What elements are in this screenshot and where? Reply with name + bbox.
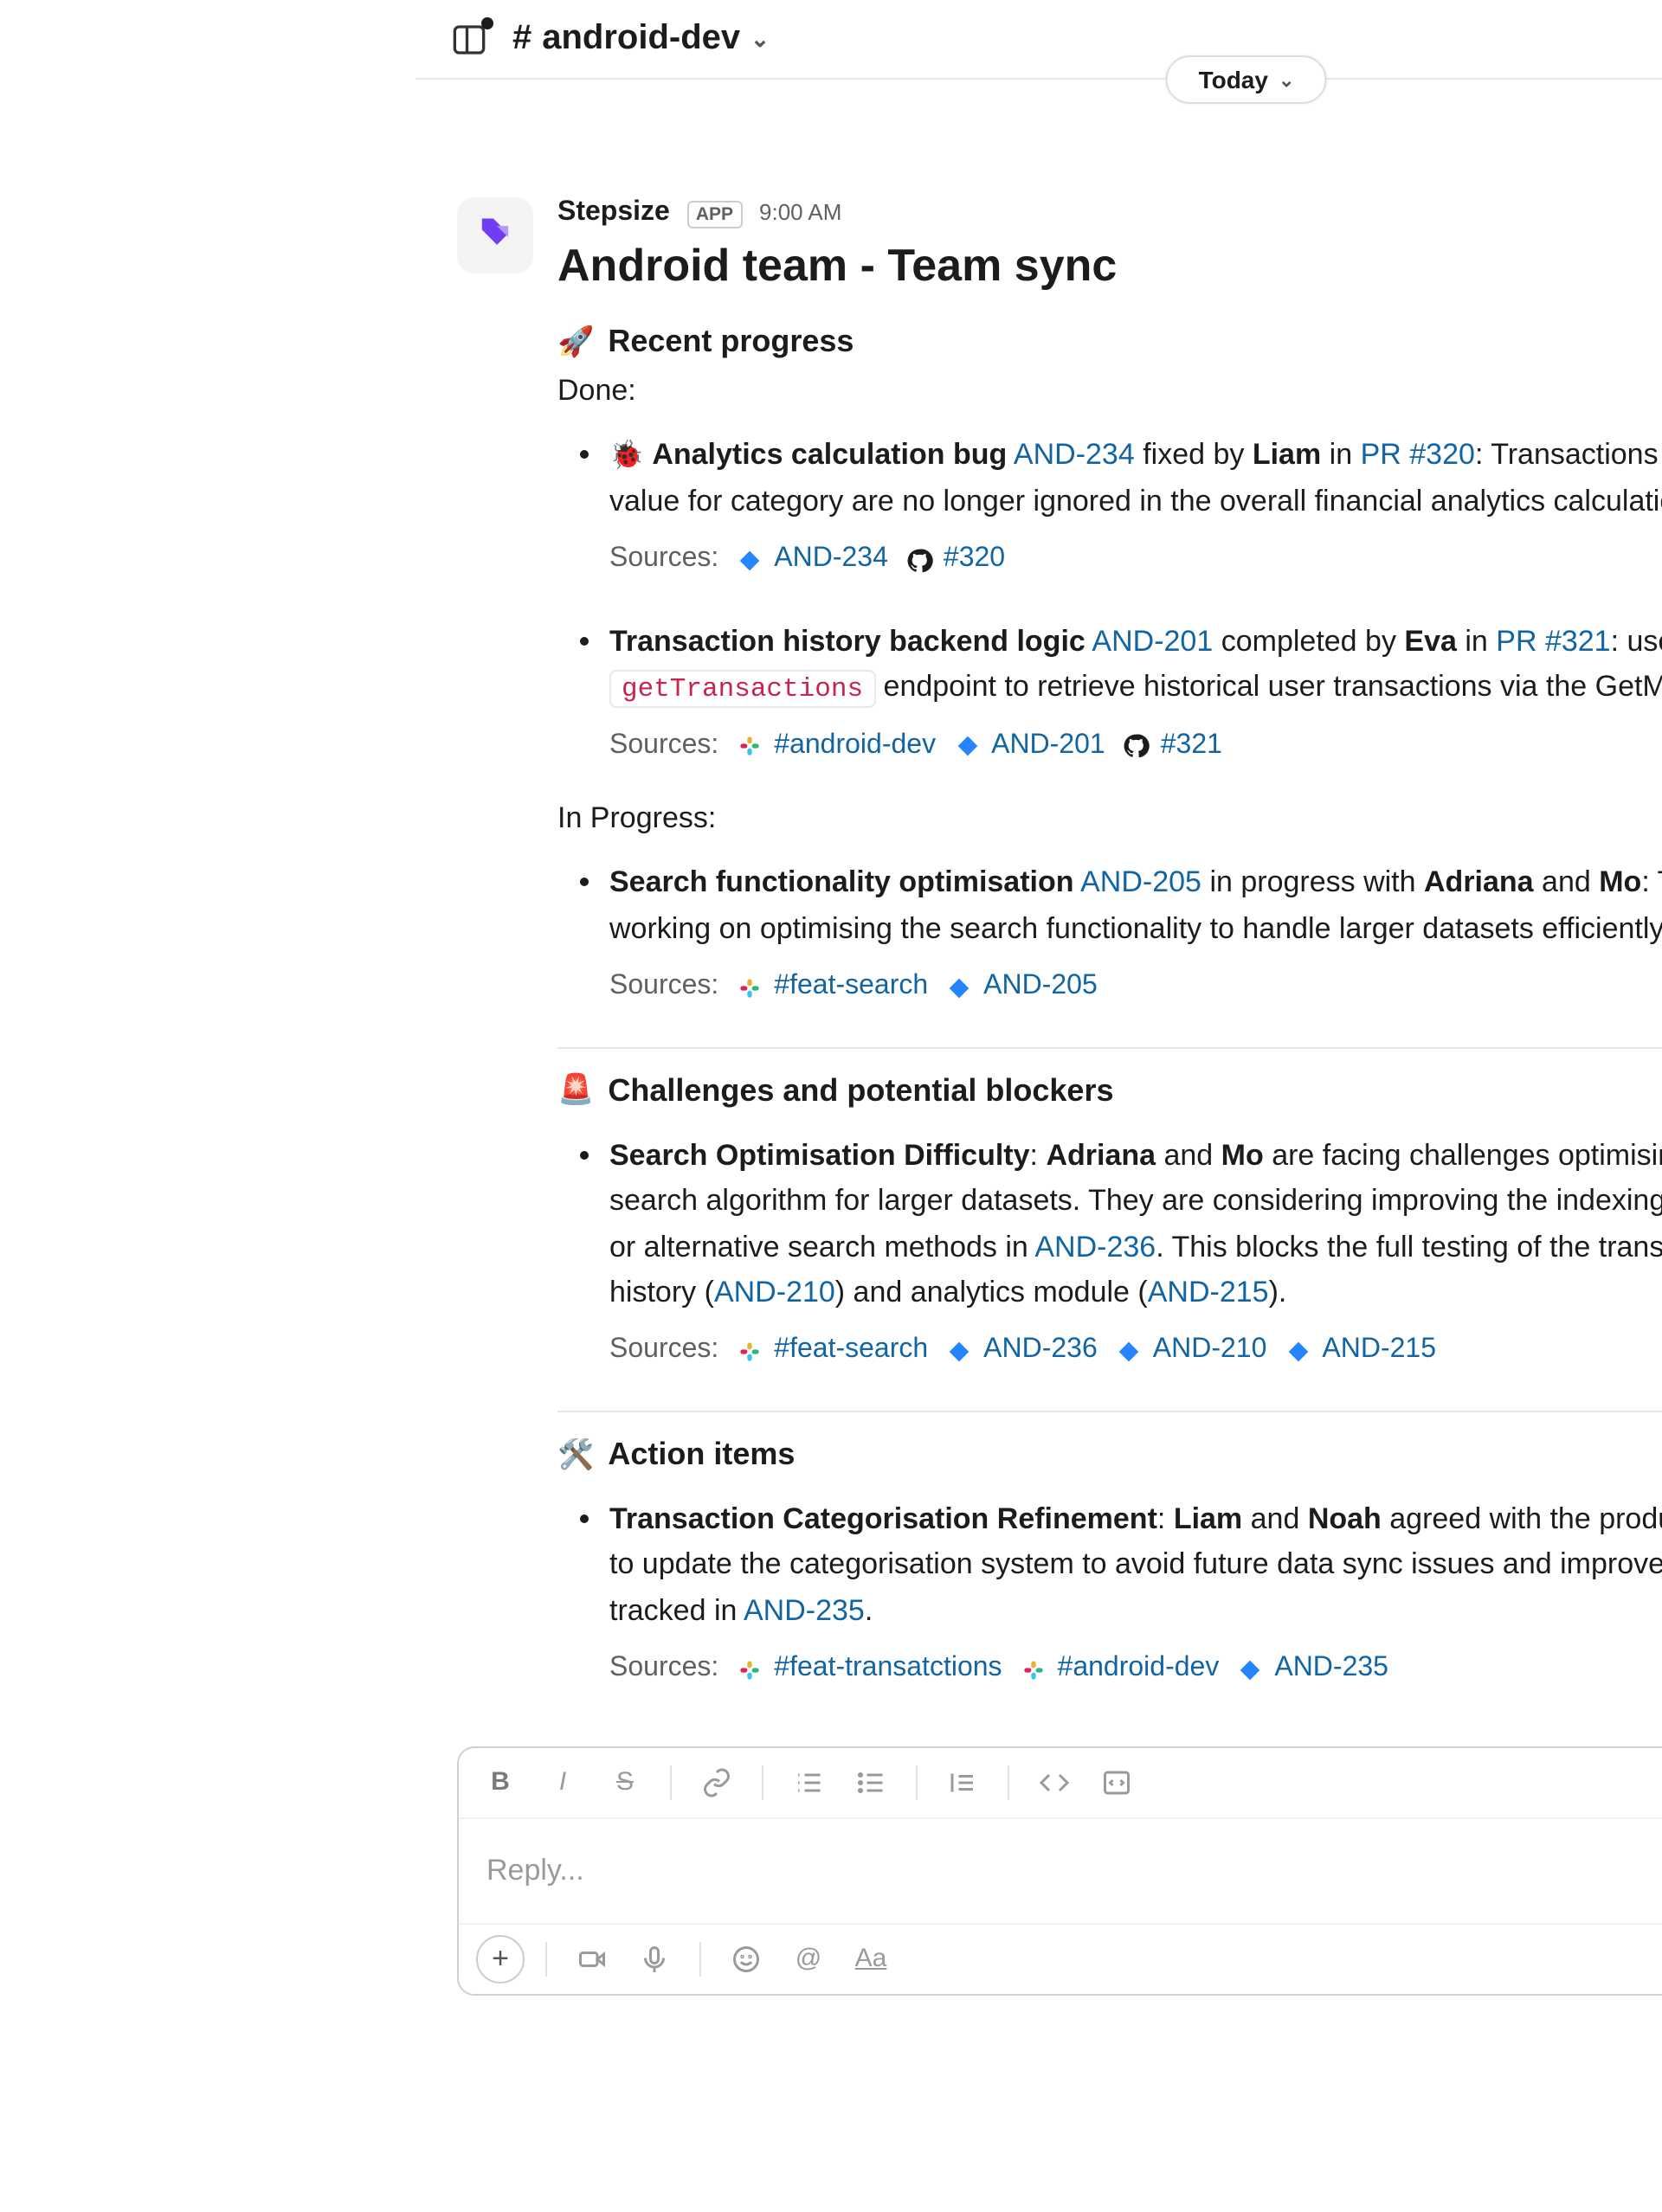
channel-name-button[interactable]: # android-dev ⌄ xyxy=(512,19,770,59)
source-slack[interactable]: #android-dev xyxy=(736,724,936,768)
video- -button[interactable] xyxy=(568,1935,616,1984)
split-view-icon[interactable] xyxy=(450,22,488,56)
hash-icon: # xyxy=(512,19,531,59)
tools-icon: 🛠️ xyxy=(557,1437,594,1472)
codeblock-button[interactable] xyxy=(1092,1759,1141,1807)
audio-button[interactable] xyxy=(630,1935,679,1984)
source-github[interactable]: #320 xyxy=(905,538,1005,582)
day-label: Today xyxy=(1199,66,1268,93)
channel-name: android-dev xyxy=(542,19,740,59)
bullet-list-button[interactable] xyxy=(847,1759,895,1807)
divider xyxy=(557,1047,1662,1049)
section-heading: Challenges and potential blockers xyxy=(608,1073,1113,1109)
mention-button[interactable]: @ xyxy=(784,1935,833,1984)
sources-row: Sources: #android-dev AND-201 #321 xyxy=(609,724,1662,768)
source-jira[interactable]: AND-236 xyxy=(945,1330,1098,1373)
siren-icon: 🚨 xyxy=(557,1074,594,1109)
pr-link[interactable]: PR #321 xyxy=(1496,625,1610,658)
code-button[interactable] xyxy=(1030,1759,1079,1807)
sources-row: Sources: AND-234 #320 xyxy=(609,538,1662,582)
app-badge: APP xyxy=(687,201,742,228)
author-name[interactable]: Stepsize xyxy=(557,197,670,228)
source-jira[interactable]: AND-201 xyxy=(953,724,1105,768)
day-divider[interactable]: Today ⌄ xyxy=(1166,55,1328,104)
link-button[interactable] xyxy=(692,1759,741,1807)
list-item: Transaction Categorisation Refinement: L… xyxy=(609,1497,1662,1691)
code-inline: getTransactions xyxy=(609,671,875,709)
pr-link[interactable]: PR #320 xyxy=(1361,438,1475,471)
source-jira[interactable]: AND-234 xyxy=(736,538,888,582)
blockquote-button[interactable] xyxy=(938,1759,987,1807)
source-slack[interactable]: #feat-search xyxy=(736,966,928,1009)
ticket-link[interactable]: AND-205 xyxy=(1080,866,1201,899)
rocket-icon: 🚀 xyxy=(557,325,594,359)
sources-row: Sources: #feat-transatctions #android-de… xyxy=(609,1648,1662,1691)
message-composer: B I S Reply... + xyxy=(457,1746,1662,1996)
list-item: Transaction history backend logic AND-20… xyxy=(609,620,1662,768)
subheading-done: Done: xyxy=(557,374,1662,408)
format-toggle-button[interactable]: Aa xyxy=(847,1935,895,1984)
source-slack[interactable]: #feat-search xyxy=(736,1330,928,1373)
reply-input[interactable]: Reply... xyxy=(459,1819,1662,1923)
source-jira[interactable]: AND-215 xyxy=(1284,1330,1436,1373)
emoji-button[interactable] xyxy=(722,1935,770,1984)
chevron-down-icon: ⌄ xyxy=(750,25,770,53)
sources-row: Sources: #feat-search AND-236 AND-210 AN… xyxy=(609,1330,1662,1373)
list-item: 🐞 Analytics calculation bug AND-234 fixe… xyxy=(609,433,1662,582)
message-title: Android team - Team sync xyxy=(557,239,1662,293)
attach-button[interactable]: + xyxy=(476,1935,525,1984)
format-toolbar: B I S xyxy=(459,1748,1662,1819)
source-slack[interactable]: #feat-transatctions xyxy=(736,1648,1002,1691)
list-item: Search functionality optimisation AND-20… xyxy=(609,861,1662,1009)
source-slack[interactable]: #android-dev xyxy=(1020,1648,1220,1691)
italic-button[interactable]: I xyxy=(538,1759,587,1807)
source-jira[interactable]: AND-210 xyxy=(1115,1330,1267,1373)
ticket-link[interactable]: AND-236 xyxy=(1034,1230,1156,1263)
chevron-down-icon: ⌄ xyxy=(1279,68,1294,91)
app-avatar xyxy=(457,197,533,273)
channel-header: # android-dev ⌄ 11 xyxy=(416,0,1662,80)
timestamp[interactable]: 9:00 AM xyxy=(759,199,841,225)
ticket-link[interactable]: AND-201 xyxy=(1092,625,1213,658)
sources-row: Sources: #feat-search AND-205 xyxy=(609,966,1662,1009)
section-heading: Recent progress xyxy=(608,324,854,360)
ticket-link[interactable]: AND-234 xyxy=(1014,438,1135,471)
subheading-inprogress: In Progress: xyxy=(557,802,1662,837)
source-jira[interactable]: AND-205 xyxy=(945,966,1098,1009)
divider xyxy=(557,1411,1662,1412)
message: Stepsize APP 9:00 AM Android team - Team… xyxy=(416,135,1662,1698)
strike-button[interactable]: S xyxy=(601,1759,649,1807)
ticket-link[interactable]: AND-210 xyxy=(714,1276,835,1309)
ticket-link[interactable]: AND-215 xyxy=(1148,1276,1269,1309)
source-jira[interactable]: AND-235 xyxy=(1236,1648,1388,1691)
section-heading: Action items xyxy=(608,1437,795,1473)
bug-icon: 🐞 xyxy=(609,441,644,471)
bold-button[interactable]: B xyxy=(476,1759,525,1807)
ordered-list-button[interactable] xyxy=(784,1759,833,1807)
ticket-link[interactable]: AND-235 xyxy=(744,1594,865,1627)
list-item: Search Optimisation Difficulty: Adriana … xyxy=(609,1134,1662,1373)
source-github[interactable]: #321 xyxy=(1123,724,1222,768)
